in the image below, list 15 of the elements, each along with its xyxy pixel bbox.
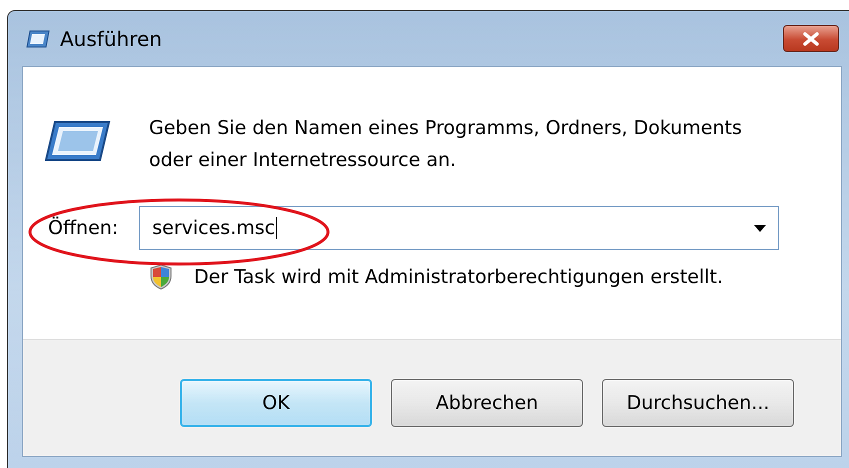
dialog-button[interactable]: Abbrechen: [391, 379, 583, 427]
open-label: Öffnen:: [48, 217, 118, 239]
window-title: Ausführen: [60, 26, 162, 50]
admin-note: Der Task wird mit Administratorberechtigungen erstellt.: [194, 266, 724, 288]
open-combobox[interactable]: services.msc: [139, 206, 780, 250]
dialog-button[interactable]: Durchsuchen...: [602, 379, 794, 427]
run-icon: [26, 30, 50, 48]
run-icon: [45, 120, 111, 162]
open-value: services.msc: [152, 217, 278, 239]
shield-icon: [150, 264, 172, 290]
default-button[interactable]: OK: [180, 379, 372, 427]
dropdown-arrow-icon: [754, 224, 766, 232]
close-icon: [802, 32, 820, 46]
description-text: Geben Sie den Namen eines Programms, Ordners, Dokuments oder einer Internetressource an.: [149, 116, 743, 173]
close-button[interactable]: [783, 25, 839, 52]
